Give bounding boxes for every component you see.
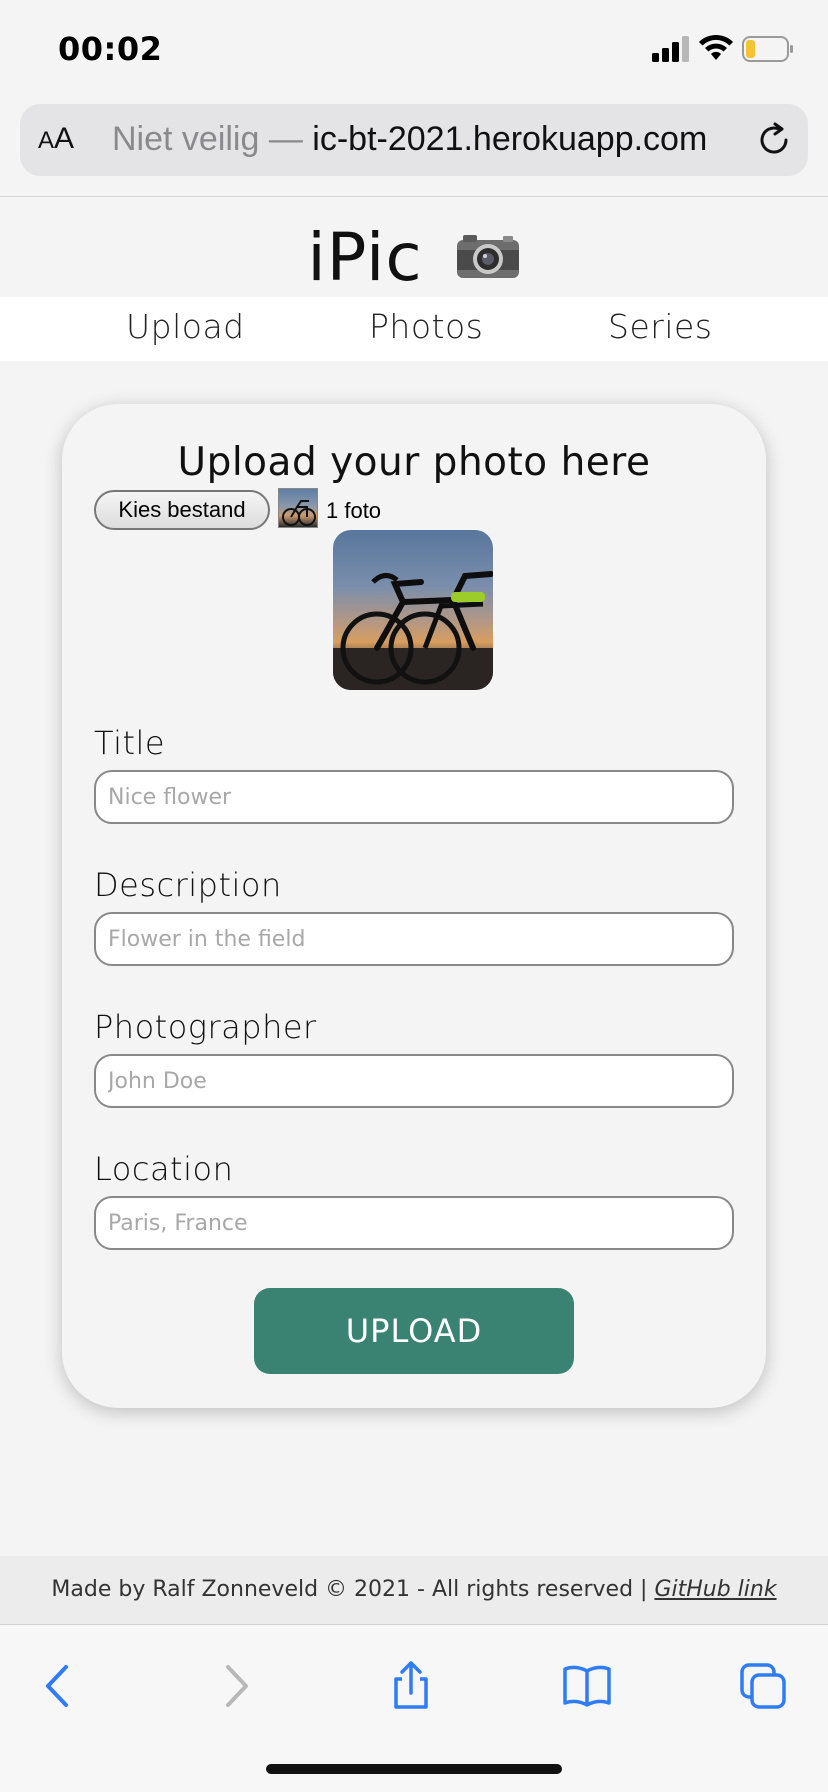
cellular-signal-icon (652, 36, 689, 62)
site-header: iPic (0, 197, 828, 297)
title-input[interactable] (94, 770, 734, 824)
site-title: iPic (0, 219, 828, 296)
home-indicator (266, 1764, 562, 1774)
upload-heading: Upload your photo here (177, 440, 651, 485)
address-bar[interactable]: AA Niet veilig — ic-bt-2021.herokuapp.co… (20, 104, 808, 176)
reload-icon[interactable] (756, 122, 792, 158)
url-domain: ic-bt-2021.herokuapp.com (312, 120, 708, 158)
status-time: 00:02 (58, 30, 163, 68)
camera-icon (456, 234, 519, 278)
upload-button[interactable]: UPLOAD (254, 1288, 574, 1374)
forward-icon[interactable] (210, 1661, 260, 1711)
bookmarks-icon[interactable] (562, 1661, 612, 1711)
photographer-input[interactable] (94, 1054, 734, 1108)
nav-photos[interactable]: Photos (369, 307, 483, 346)
location-label: Location (94, 1150, 234, 1188)
status-bar: 00:02 (0, 0, 828, 96)
back-icon[interactable] (34, 1661, 84, 1711)
nav-upload[interactable]: Upload (126, 307, 245, 346)
github-link[interactable]: GitHub link (654, 1577, 776, 1602)
description-input[interactable] (94, 912, 734, 966)
file-thumbnail (278, 488, 318, 528)
url-security-label: Niet veilig — (112, 120, 313, 158)
main-nav: Upload Photos Series (0, 297, 828, 361)
site-title-text: iPic (307, 219, 423, 296)
footer-text: Made by Ralf Zonneveld © 2021 - All righ… (51, 1577, 655, 1602)
site-footer: Made by Ralf Zonneveld © 2021 - All righ… (0, 1556, 828, 1624)
url-text[interactable]: Niet veilig — ic-bt-2021.herokuapp.com (112, 120, 752, 160)
wifi-icon (699, 34, 733, 60)
upload-card: Upload your photo here Kies bestand 1 fo… (62, 404, 766, 1408)
file-count: 1 foto (326, 498, 382, 523)
photo-preview (333, 530, 493, 690)
title-label: Title (94, 724, 166, 762)
nav-series[interactable]: Series (608, 307, 712, 346)
location-input[interactable] (94, 1196, 734, 1250)
description-label: Description (94, 866, 282, 904)
share-icon[interactable] (386, 1661, 436, 1711)
bike-photo-image (333, 571, 493, 690)
photographer-label: Photographer (94, 1008, 317, 1046)
battery-icon (742, 36, 793, 62)
tabs-icon[interactable] (738, 1661, 788, 1711)
choose-file-button[interactable]: Kies bestand (94, 490, 270, 530)
bike-thumbnail-image (282, 500, 316, 526)
reader-settings-button[interactable]: AA (38, 122, 74, 156)
